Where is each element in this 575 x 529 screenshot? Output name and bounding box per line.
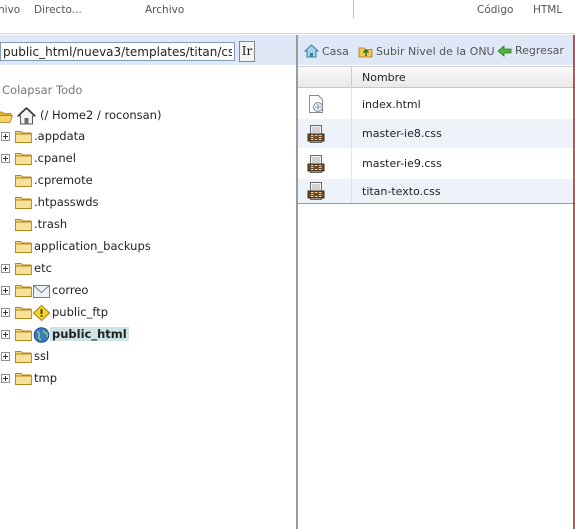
file-row[interactable]: index.html [298,89,575,119]
tree-item-label: correo [52,283,89,297]
tree-item-label: .trash [34,217,68,231]
folder-icon [15,175,32,187]
expand-toggle-icon[interactable] [1,330,10,339]
top-toolbar: ··· hivo Directo... Archivo Código HTML [0,0,575,34]
expand-toggle-icon[interactable] [1,352,10,361]
toolbar-item-archivo[interactable]: Archivo [145,4,184,16]
expand-toggle-icon[interactable] [1,264,10,273]
tree-item-label: public_html [50,327,129,341]
folder-icon [15,351,32,363]
file-row[interactable]: master-ie9.css [298,148,575,179]
folder-icon [15,153,32,165]
folder-icon [15,329,32,341]
tree-item-label: etc [34,261,52,275]
globe-icon [33,327,50,343]
tree-item-appdata[interactable]: .appdata [0,127,290,147]
file-list-toolbar: Casa Subir Nivel de la ONU Regresar [298,35,575,65]
home-button[interactable]: Casa [303,44,349,58]
ftp-warning-icon [33,305,50,321]
tree-item-label: .htpasswds [34,195,99,209]
collapse-all-link[interactable]: Colapsar Todo [2,83,82,97]
back-arrow-icon [497,45,512,57]
css-file-icon [307,125,325,143]
path-input[interactable] [0,42,235,61]
tree-item-ssl[interactable]: ssl [0,347,290,367]
column-divider [351,148,352,179]
file-name: master-ie8.css [362,127,442,140]
file-name: master-ie9.css [362,157,442,170]
tree-item-cpanel[interactable]: .cpanel [0,149,290,169]
mail-icon [33,285,50,298]
tree-item-label: tmp [34,371,58,385]
folder-tree-pane: Ir Colapsar Todo (/ Home2 / roconsan) .a… [0,35,296,529]
folder-icon [15,285,32,297]
tree-root-label: (/ Home2 / roconsan) [40,108,162,122]
expand-toggle-icon[interactable] [1,132,10,141]
expand-toggle-icon[interactable] [1,154,10,163]
file-row[interactable]: titan-texto.css [298,179,575,203]
toolbar-item-archivo-partial[interactable]: hivo [0,4,20,16]
folder-icon [15,307,32,319]
up-folder-icon [358,47,373,58]
expand-toggle-icon[interactable] [1,308,10,317]
tree-item-tmp[interactable]: tmp [0,369,290,389]
column-divider [351,89,352,119]
folder-icon [15,197,32,209]
tree-item-htpasswds[interactable]: .htpasswds [0,193,290,213]
home-icon [17,107,36,125]
up-level-button-label: Subir Nivel de la ONU [376,45,495,58]
toolbar-partial-cut: ··· [0,0,22,3]
expand-toggle-icon[interactable] [1,286,10,295]
home-icon [303,44,320,58]
column-divider [351,179,352,203]
go-button[interactable]: Ir [239,41,255,62]
home-button-label: Casa [322,45,349,58]
folder-icon [15,131,32,143]
column-header-name[interactable]: Nombre [362,71,406,84]
folder-icon [15,373,32,385]
file-name: titan-texto.css [362,185,441,198]
tree-item-public-ftp[interactable]: public_ftp [0,303,290,323]
file-grid-header: Nombre [298,66,575,89]
folder-icon [15,219,32,231]
column-divider [351,67,352,89]
file-name: index.html [362,98,421,111]
tree-item-correo[interactable]: correo [0,281,290,301]
file-grid-bottom-border [298,203,575,204]
tree-item-label: application_backups [34,239,151,253]
toolbar-item-html[interactable]: HTML [533,4,562,16]
file-list-pane: Casa Subir Nivel de la ONU Regresar Nomb… [298,35,575,529]
tree-item-label: .cpremote [34,173,93,187]
tree-item-label: ssl [34,349,50,363]
folder-icon [15,241,32,253]
tree-item-label: public_ftp [52,305,109,319]
up-level-button[interactable]: Subir Nivel de la ONU [358,44,495,58]
tree-item-etc[interactable]: etc [0,259,290,279]
tree-item-cpremote[interactable]: .cpremote [0,171,290,191]
tree-item-label: .appdata [34,129,86,143]
toolbar-item-codigo[interactable]: Código [477,4,513,16]
expand-toggle-icon[interactable] [1,374,10,383]
back-button-label: Regresar [515,44,564,57]
css-file-icon [307,155,325,173]
toolbar-item-directory[interactable]: Directo... [34,4,82,16]
tree-item-public-html[interactable]: public_html [0,325,290,345]
tree-item-label: .cpanel [34,151,76,165]
path-bar: Ir [0,35,296,65]
html-file-icon [309,95,323,113]
css-file-icon [307,182,325,200]
column-divider [351,119,352,148]
back-button[interactable]: Regresar [497,44,564,57]
toolbar-separator [353,0,354,18]
tree-item-application-backups[interactable]: application_backups [0,237,290,257]
open-folder-icon [0,111,13,123]
tree-item-trash[interactable]: .trash [0,215,290,235]
folder-icon [15,263,32,275]
file-row[interactable]: master-ie8.css [298,119,575,148]
